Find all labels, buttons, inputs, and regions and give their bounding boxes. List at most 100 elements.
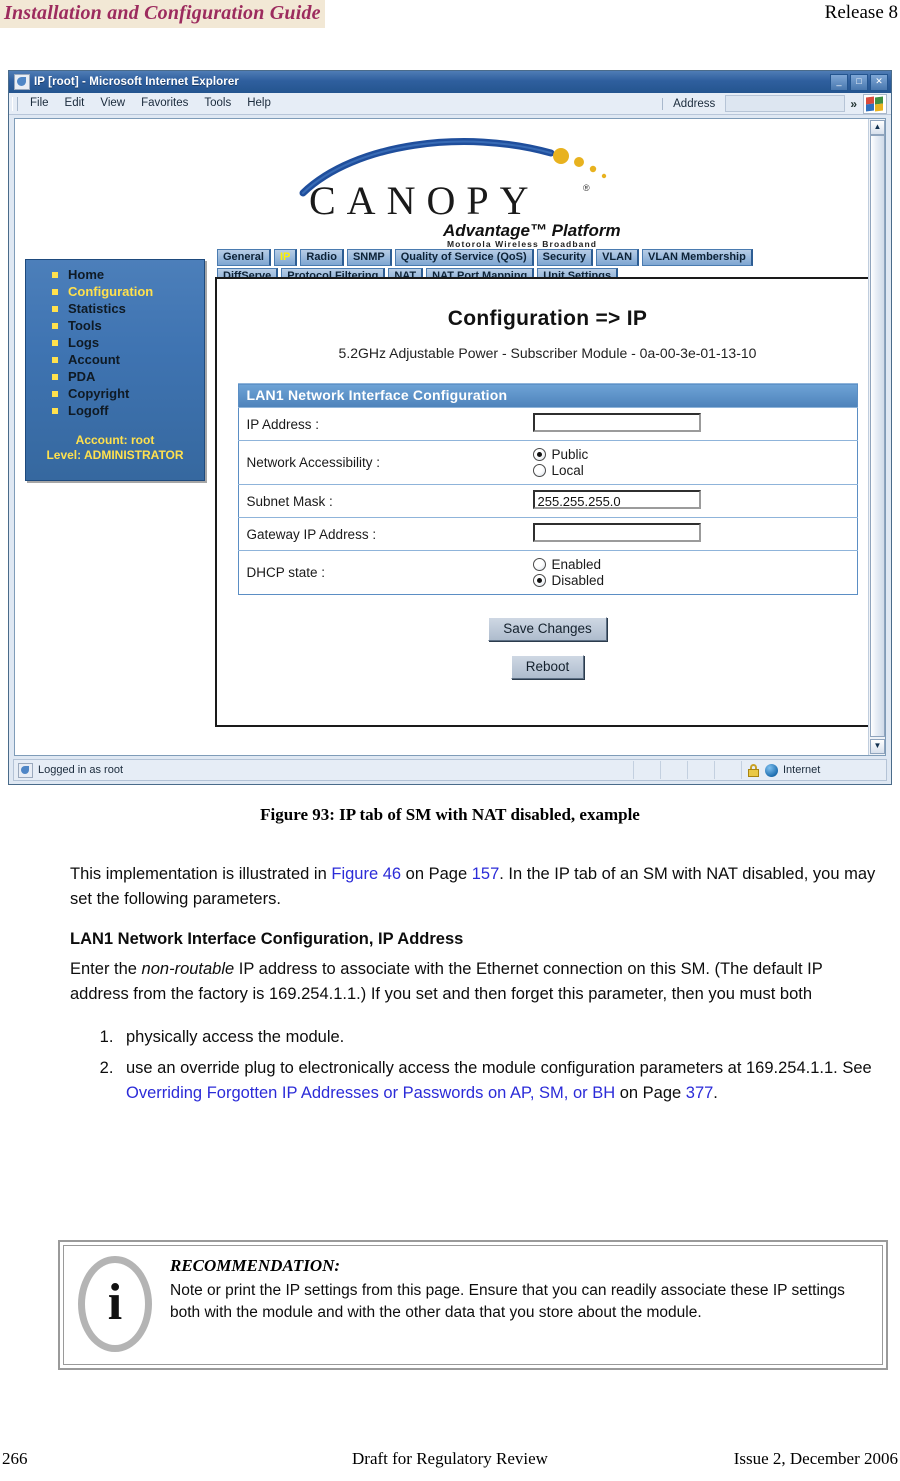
radio-button-icon[interactable] xyxy=(532,574,546,587)
close-button[interactable]: ✕ xyxy=(870,74,888,91)
menubar-grip[interactable] xyxy=(12,96,18,111)
tab-vlan[interactable]: VLAN xyxy=(596,249,640,266)
minimize-button[interactable]: _ xyxy=(830,74,848,91)
guide-title: Installation and Configuration Guide xyxy=(0,0,325,28)
radio-label: Public xyxy=(551,447,589,462)
nav-item-label: Account xyxy=(68,352,120,367)
nav-item-copyright[interactable]: Copyright xyxy=(26,385,204,402)
tab-radio[interactable]: Radio xyxy=(300,249,344,266)
dhcp-state-label: DHCP state : xyxy=(238,550,525,595)
nav-item-label: PDA xyxy=(68,369,96,384)
menu-favorites[interactable]: Favorites xyxy=(133,96,196,111)
page-footer: 266 Draft for Regulatory Review Issue 2,… xyxy=(0,1449,900,1473)
status-cell xyxy=(687,761,714,779)
nav-item-label: Configuration xyxy=(68,284,154,299)
tab-vlan-membership[interactable]: VLAN Membership xyxy=(642,249,753,266)
tab-snmp[interactable]: SNMP xyxy=(346,249,392,266)
nav-item-label: Copyright xyxy=(68,386,130,401)
scrollbar-thumb[interactable] xyxy=(870,135,885,737)
lock-icon xyxy=(748,763,759,777)
figure-caption: Figure 93: IP tab of SM with NAT disable… xyxy=(260,805,640,824)
menu-help[interactable]: Help xyxy=(239,96,279,111)
windows-flag-icon[interactable] xyxy=(863,93,887,114)
tab-qos[interactable]: Quality of Service (QoS) xyxy=(394,249,534,266)
section-heading: LAN1 Network Interface Configuration, IP… xyxy=(70,930,464,948)
save-changes-button[interactable]: Save Changes xyxy=(488,617,607,641)
reboot-button[interactable]: Reboot xyxy=(510,655,585,679)
zone-label: Internet xyxy=(783,764,821,776)
table-row-subnet-mask: Subnet Mask : 255.255.255.0 xyxy=(238,484,857,518)
step-1-text: physically access the module. xyxy=(126,1028,345,1046)
nav-item-statistics[interactable]: Statistics xyxy=(26,300,204,317)
list-item: use an override plug to electronically a… xyxy=(118,1056,880,1106)
radio-button-icon[interactable] xyxy=(532,448,546,461)
radio-button-icon[interactable] xyxy=(532,558,546,571)
intro-paragraph: This implementation is illustrated in Fi… xyxy=(70,862,880,912)
tab-security[interactable]: Security xyxy=(536,249,594,266)
radio-dhcp-disabled[interactable]: Disabled xyxy=(532,573,849,588)
recommendation-inner: i RECOMMENDATION: Note or print the IP s… xyxy=(63,1245,883,1365)
nav-item-label: Home xyxy=(68,267,105,282)
session-info: Account: root Level: ADMINISTRATOR xyxy=(26,433,204,463)
nav-item-home[interactable]: Home xyxy=(26,266,204,283)
dhcp-state-cell: Enabled Disabled xyxy=(524,550,857,595)
ip-address-cell xyxy=(524,407,857,441)
figure-46-link[interactable]: Figure 46 xyxy=(331,865,401,883)
bullet-icon xyxy=(52,356,58,363)
browser-content-area: CANOPY ® Advantage™ Platform Motorola Wi… xyxy=(14,118,886,756)
menu-edit[interactable]: Edit xyxy=(57,96,93,111)
tab-general[interactable]: General xyxy=(217,249,271,266)
scroll-up-icon[interactable]: ▲ xyxy=(870,120,885,135)
step-2-text-2: on Page xyxy=(615,1084,686,1102)
network-accessibility-cell: Public Local xyxy=(524,440,857,485)
ip-address-label: IP Address : xyxy=(238,407,525,441)
table-row-dhcp-state: DHCP state : Enabled Disabled xyxy=(238,550,857,595)
subnet-mask-input[interactable]: 255.255.255.0 xyxy=(532,490,701,509)
nav-item-pda[interactable]: PDA xyxy=(26,368,204,385)
scroll-down-icon[interactable]: ▼ xyxy=(870,739,885,754)
nav-item-logs[interactable]: Logs xyxy=(26,334,204,351)
address-input[interactable] xyxy=(725,95,846,112)
browser-window-screenshot: IP [root] - Microsoft Internet Explorer … xyxy=(8,70,892,785)
vertical-scrollbar[interactable]: ▲ ▼ xyxy=(868,119,885,755)
left-navigation-panel: Home Configuration Statistics Tools Logs… xyxy=(25,259,205,481)
recommendation-title: RECOMMENDATION: xyxy=(170,1256,341,1275)
nav-item-tools[interactable]: Tools xyxy=(26,317,204,334)
step-2-text-3: . xyxy=(713,1084,718,1102)
canopy-trademark-icon: ® xyxy=(583,183,590,193)
nav-item-logoff[interactable]: Logoff xyxy=(26,402,204,419)
browser-menubar: File Edit View Favorites Tools Help Addr… xyxy=(9,93,891,115)
gateway-cell xyxy=(524,517,857,551)
security-zone[interactable]: Internet xyxy=(741,761,886,779)
status-document-icon xyxy=(18,762,33,778)
radio-local[interactable]: Local xyxy=(532,463,849,478)
recommendation-text-block: RECOMMENDATION: Note or print the IP set… xyxy=(170,1256,860,1324)
page-377-link[interactable]: 377 xyxy=(686,1084,714,1102)
page-157-link[interactable]: 157 xyxy=(472,865,500,883)
bullet-icon xyxy=(52,373,58,380)
gateway-input[interactable] xyxy=(532,523,701,542)
canopy-tagline: Advantage™ Platform xyxy=(443,221,621,240)
radio-label: Local xyxy=(551,463,584,478)
menu-view[interactable]: View xyxy=(92,96,133,111)
radio-public[interactable]: Public xyxy=(532,447,849,462)
nav-item-configuration[interactable]: Configuration xyxy=(26,283,204,300)
running-header: Installation and Configuration Guide Rel… xyxy=(0,0,900,30)
maximize-button[interactable]: □ xyxy=(850,74,868,91)
menu-file[interactable]: File xyxy=(22,96,57,111)
menu-tools[interactable]: Tools xyxy=(196,96,239,111)
subnet-mask-label: Subnet Mask : xyxy=(238,484,525,518)
recommendation-body: Note or print the IP settings from this … xyxy=(170,1282,845,1321)
ip-address-input[interactable] xyxy=(532,413,701,432)
bullet-icon xyxy=(52,305,58,312)
overriding-passwords-link[interactable]: Overriding Forgotten IP Addresses or Pas… xyxy=(126,1084,615,1102)
bullet-icon xyxy=(52,339,58,346)
nav-item-account[interactable]: Account xyxy=(26,351,204,368)
toolbar-overflow-icon[interactable]: » xyxy=(848,97,863,111)
radio-button-icon[interactable] xyxy=(532,464,546,477)
table-section-header-row: LAN1 Network Interface Configuration xyxy=(238,383,857,408)
ie-document-icon xyxy=(14,74,30,90)
desc-text-1: Enter the xyxy=(70,960,142,978)
radio-dhcp-enabled[interactable]: Enabled xyxy=(532,557,849,572)
tab-ip[interactable]: IP xyxy=(273,249,298,266)
